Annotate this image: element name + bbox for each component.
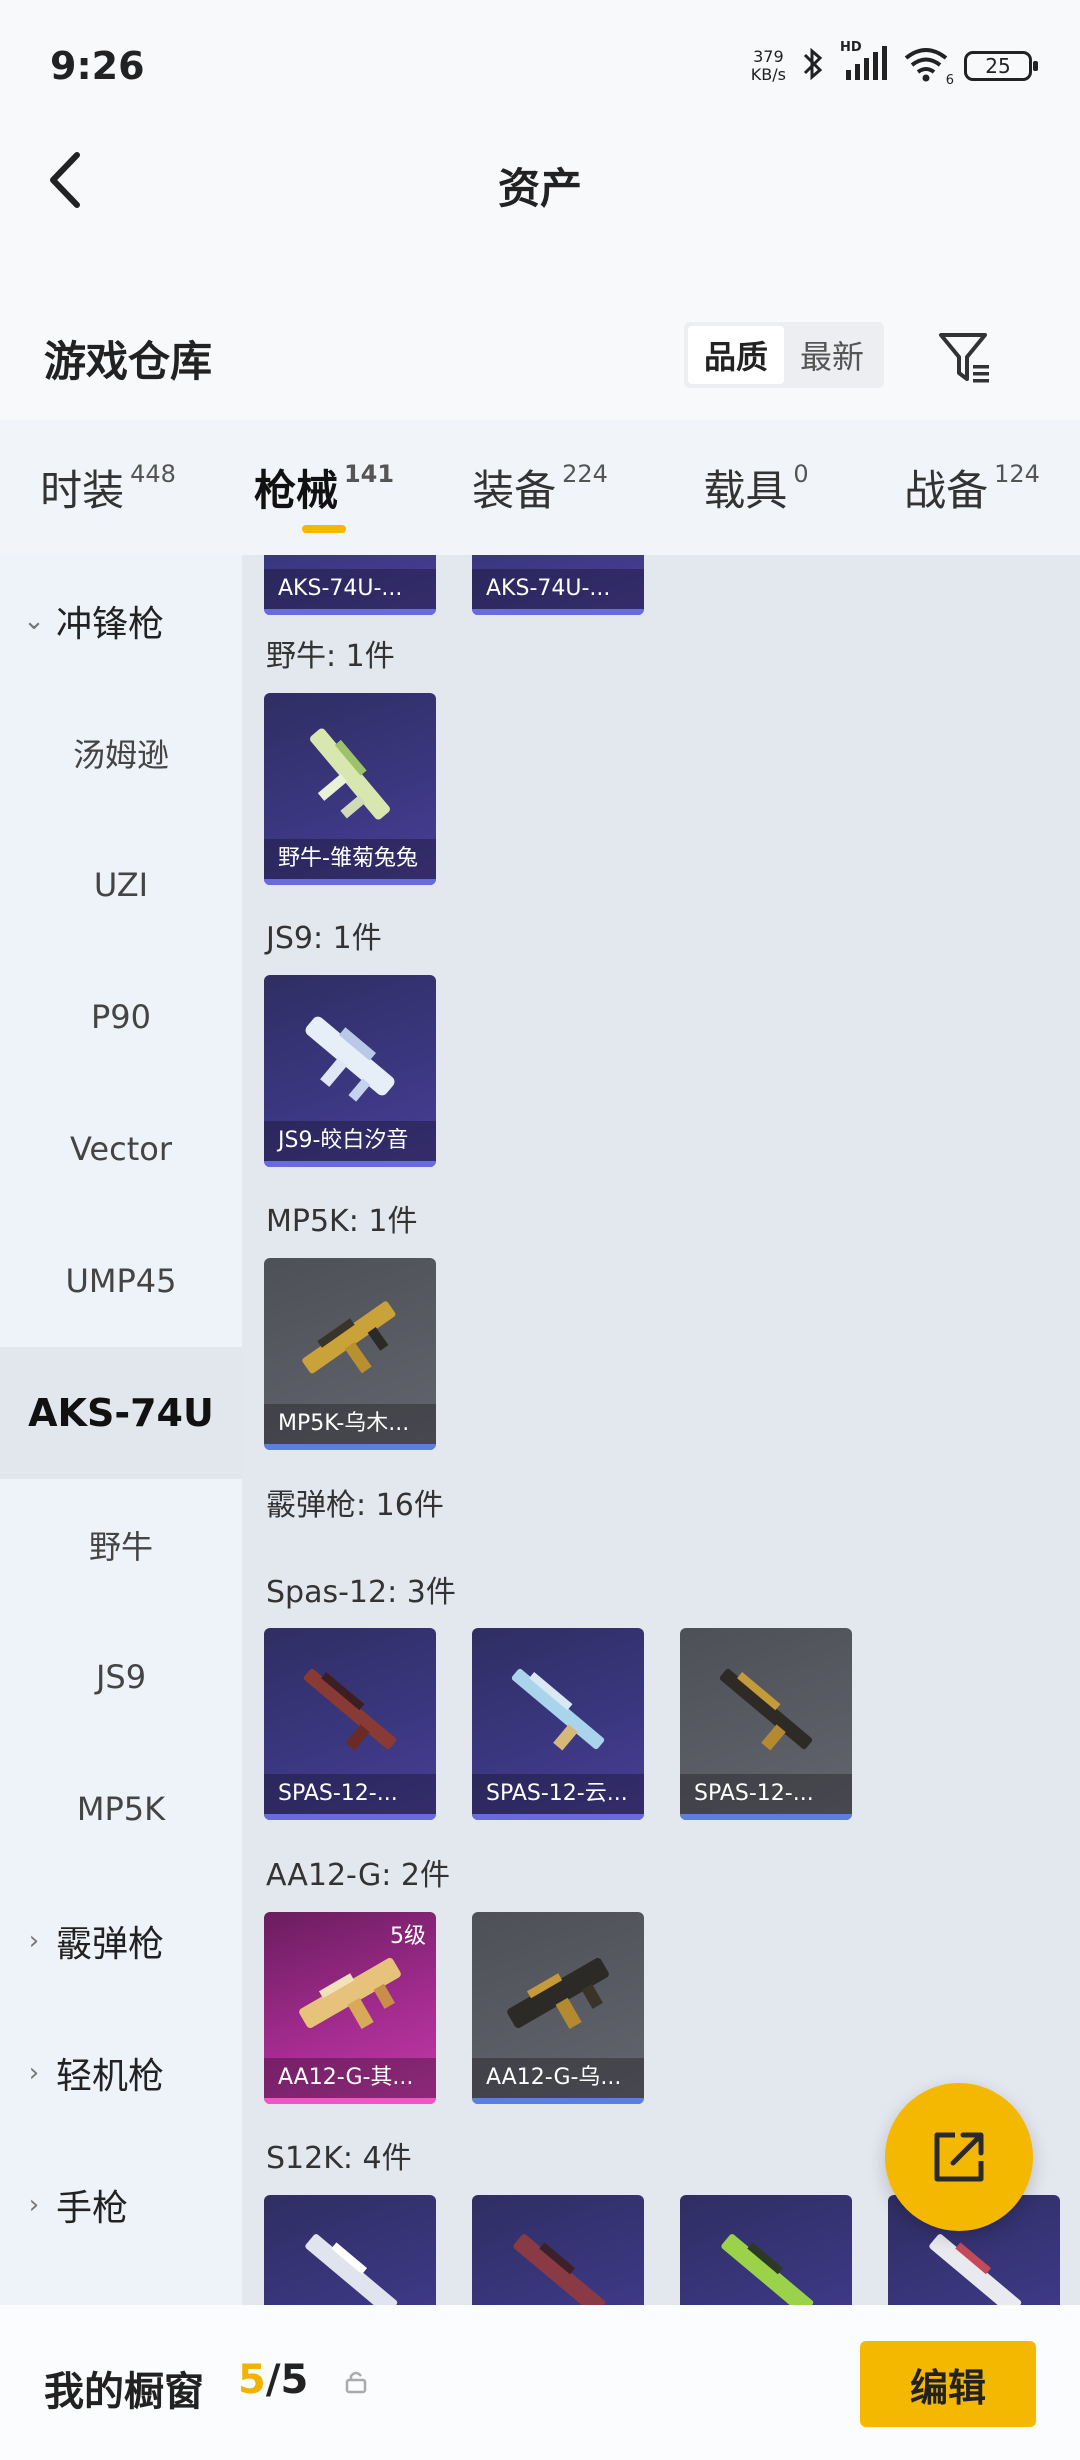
showcase-label: 我的橱窗: [44, 2369, 204, 2415]
gun-image: [719, 1668, 813, 1751]
gun-image: [929, 2234, 1022, 2305]
sort-newest-option[interactable]: 最新: [784, 326, 880, 384]
section-label-bison: 野牛: 1件: [266, 639, 395, 674]
sidebar-item-mp5k[interactable]: MP5K: [0, 1743, 242, 1875]
sort-toggle: 品质 最新: [684, 322, 884, 388]
signal-icon: HD: [840, 40, 888, 86]
network-speed: 379 KB/s: [750, 47, 786, 84]
gun-image: [302, 1301, 396, 1374]
weapon-card[interactable]: AKS-74U-...: [264, 555, 436, 615]
sidebar-group-pistol[interactable]: › 手枪: [0, 2139, 242, 2271]
tab-fashion[interactable]: 时装 448: [0, 420, 216, 555]
filter-icon: [939, 333, 989, 383]
chevron-right-icon: ›: [28, 1926, 40, 1956]
sidebar-item-js9[interactable]: JS9: [0, 1611, 242, 1743]
section-label-mp5k: MP5K: 1件: [266, 1204, 418, 1239]
sort-quality-option[interactable]: 品质: [688, 326, 784, 384]
showcase-count: 5/5: [238, 2357, 309, 2403]
sidebar-group-smg[interactable]: ⌄ 冲锋枪: [0, 555, 242, 687]
sidebar-item-vector[interactable]: Vector: [0, 1083, 242, 1215]
gun-image: [299, 1957, 401, 2030]
gun-image: [303, 1668, 397, 1751]
section-label-shotgun: 霰弹枪: 16件: [266, 1488, 444, 1523]
warehouse-title: 游戏仓库: [44, 337, 213, 386]
sidebar-item-aks74u[interactable]: AKS-74U: [0, 1347, 242, 1479]
section-label-js9: JS9: 1件: [266, 921, 382, 956]
section-label-spas12: Spas-12: 3件: [266, 1575, 456, 1610]
gun-image: [310, 728, 390, 820]
filter-button[interactable]: [930, 322, 1000, 392]
status-bar: 9:26 379 KB/s HD 6 25: [0, 0, 1080, 135]
section-label-s12k: S12K: 4件: [266, 2141, 412, 2176]
bluetooth-icon: [800, 46, 826, 86]
page-title: 资产: [497, 164, 582, 213]
weapon-card[interactable]: JS9-皎白汐音: [264, 975, 436, 1167]
share-button[interactable]: [885, 2083, 1033, 2231]
share-icon: [934, 2132, 984, 2182]
weapon-card[interactable]: SPAS-12-云...: [472, 1628, 644, 1820]
weapon-card[interactable]: AA12-G-乌...: [472, 1912, 644, 2104]
category-tabs: 时装 448 枪械 141 装备 224 载具 0 战备 124: [0, 420, 1080, 555]
gun-image: [513, 2234, 606, 2305]
tab-vehicles[interactable]: 载具 0: [648, 420, 864, 555]
status-time: 9:26: [50, 44, 145, 88]
weapon-card[interactable]: MP5K-乌木...: [264, 1258, 436, 1450]
battery-icon: 25: [964, 51, 1038, 81]
section-label-aa12g: AA12-G: 2件: [266, 1858, 450, 1893]
edit-button[interactable]: 编辑: [860, 2341, 1036, 2427]
weapon-card[interactable]: 野牛-雏菊兔兔: [264, 693, 436, 885]
sidebar-item-bison[interactable]: 野牛: [0, 1479, 242, 1611]
gun-image: [507, 1957, 609, 2030]
wifi-icon: 6: [902, 46, 954, 88]
weapon-type-sidebar: ⌄ 冲锋枪 汤姆逊 UZI P90 Vector UMP45 AKS-74U 野牛…: [0, 555, 242, 2305]
warehouse-row: 游戏仓库 品质 最新: [0, 300, 1080, 420]
weapon-card[interactable]: [472, 2195, 644, 2305]
weapon-grid: AKS-74U-... AKS-74U-... 野牛: 1件 野牛-雏菊兔兔 J…: [242, 555, 1080, 2305]
chevron-down-icon: ⌄: [23, 606, 45, 636]
tab-firearms[interactable]: 枪械 141: [216, 420, 432, 555]
weapon-card[interactable]: [680, 2195, 852, 2305]
sidebar-item-ump45[interactable]: UMP45: [0, 1215, 242, 1347]
gun-image: [511, 1668, 605, 1751]
gun-image: [305, 2234, 398, 2305]
weapon-card[interactable]: [264, 2195, 436, 2305]
weapon-card[interactable]: 5级 AA12-G-其...: [264, 1912, 436, 2104]
lock-icon: [345, 2371, 367, 2394]
status-icons: 379 KB/s HD 6 25: [750, 40, 1038, 88]
weapon-card[interactable]: SPAS-12-...: [264, 1628, 436, 1820]
chevron-right-icon: ›: [28, 2190, 40, 2220]
tab-equipment[interactable]: 装备 224: [432, 420, 648, 555]
sidebar-item-uzi[interactable]: UZI: [0, 819, 242, 951]
bottom-bar: 我的橱窗 5/5 编辑: [0, 2305, 1080, 2460]
gun-image: [721, 2234, 814, 2305]
weapon-card[interactable]: AKS-74U-...: [472, 555, 644, 615]
weapon-card[interactable]: SPAS-12-...: [680, 1628, 852, 1820]
sidebar-group-lmg[interactable]: › 轻机枪: [0, 2007, 242, 2139]
sidebar-item-p90[interactable]: P90: [0, 951, 242, 1083]
gun-image: [305, 1016, 395, 1102]
sidebar-item-thompson[interactable]: 汤姆逊: [0, 687, 242, 819]
tab-supplies[interactable]: 战备 124: [864, 420, 1080, 555]
chevron-right-icon: ›: [28, 2058, 40, 2088]
sidebar-group-shotgun[interactable]: › 霰弹枪: [0, 1875, 242, 2007]
